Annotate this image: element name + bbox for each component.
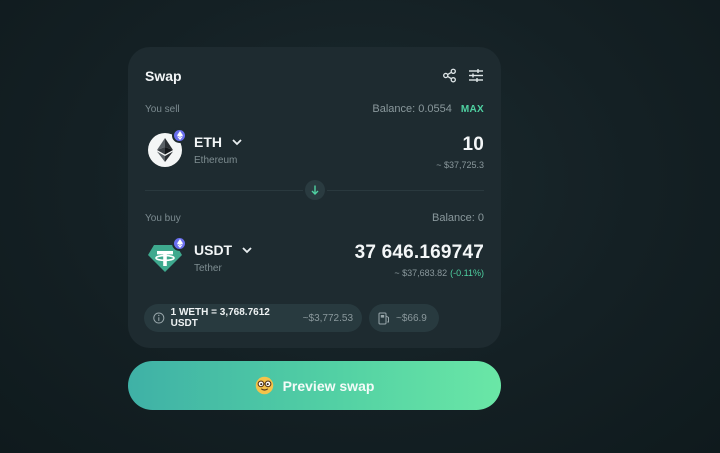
preview-swap-button[interactable]: Preview swap <box>128 361 501 410</box>
buy-amount: 37 646.169747 <box>354 242 484 263</box>
buy-balance: Balance: 0 <box>432 212 484 224</box>
buy-token-selector[interactable]: USDT Tether <box>148 236 252 275</box>
exchange-rate: 1 WETH = 3,768.7612 USDT <box>170 307 270 329</box>
gas-pump-icon <box>378 312 389 324</box>
buy-amount-usd-row: ~ $37,683.82 (-0.11%) <box>355 268 484 278</box>
buy-token-name: Tether <box>194 263 222 274</box>
gas-fee-pill[interactable]: ~$66.9 <box>369 304 439 332</box>
sell-token-name: Ethereum <box>194 155 238 166</box>
ethereum-network-badge-icon <box>172 236 187 251</box>
sell-balance-row: Balance: 0.0554 MAX <box>372 103 484 115</box>
gas-fee: ~$66.9 <box>396 312 427 324</box>
swap-title: Swap <box>145 68 182 84</box>
sell-token-symbol: ETH <box>194 134 222 150</box>
divider <box>145 190 303 191</box>
buy-token-symbol: USDT <box>194 242 233 258</box>
buy-amount-block: 37 646.169747 ~ $37,683.82 (-0.11%) <box>355 242 484 278</box>
share-icon[interactable] <box>440 66 458 84</box>
buy-label: You buy <box>145 213 181 224</box>
sell-amount-block: 10 ~ $37,725.3 <box>436 134 484 170</box>
sell-token-selector[interactable]: ETH Ethereum <box>148 128 242 167</box>
swap-direction-button[interactable] <box>305 180 325 200</box>
exchange-rate-pill[interactable]: 1 WETH = 3,768.7612 USDT ~$3,772.53 <box>144 304 362 332</box>
preview-swap-label: Preview swap <box>282 377 375 394</box>
sell-label: You sell <box>145 104 180 115</box>
exchange-rate-usd: ~$3,772.53 <box>302 312 353 324</box>
sliders-icon[interactable] <box>467 66 485 84</box>
arrow-down-icon <box>311 185 319 195</box>
swap-card: Swap You sell Balance: 0.0554 MAX ETH Et… <box>128 47 501 348</box>
price-impact: (-0.11%) <box>450 268 484 278</box>
sell-amount-usd: ~ $37,725.3 <box>436 160 484 170</box>
sell-balance: Balance: 0.0554 <box>372 103 452 115</box>
divider <box>327 190 484 191</box>
sell-amount-input[interactable]: 10 <box>436 134 484 156</box>
usdt-coin-icon <box>148 236 187 275</box>
chevron-down-icon <box>242 246 252 253</box>
buy-amount-usd: ~ $37,683.82 <box>394 268 448 278</box>
ethereum-network-badge-icon <box>172 128 187 143</box>
chevron-down-icon <box>232 138 242 145</box>
eth-coin-icon <box>148 128 187 167</box>
nerd-face-icon <box>255 376 273 395</box>
max-button[interactable]: MAX <box>461 104 484 115</box>
info-icon <box>153 312 165 324</box>
